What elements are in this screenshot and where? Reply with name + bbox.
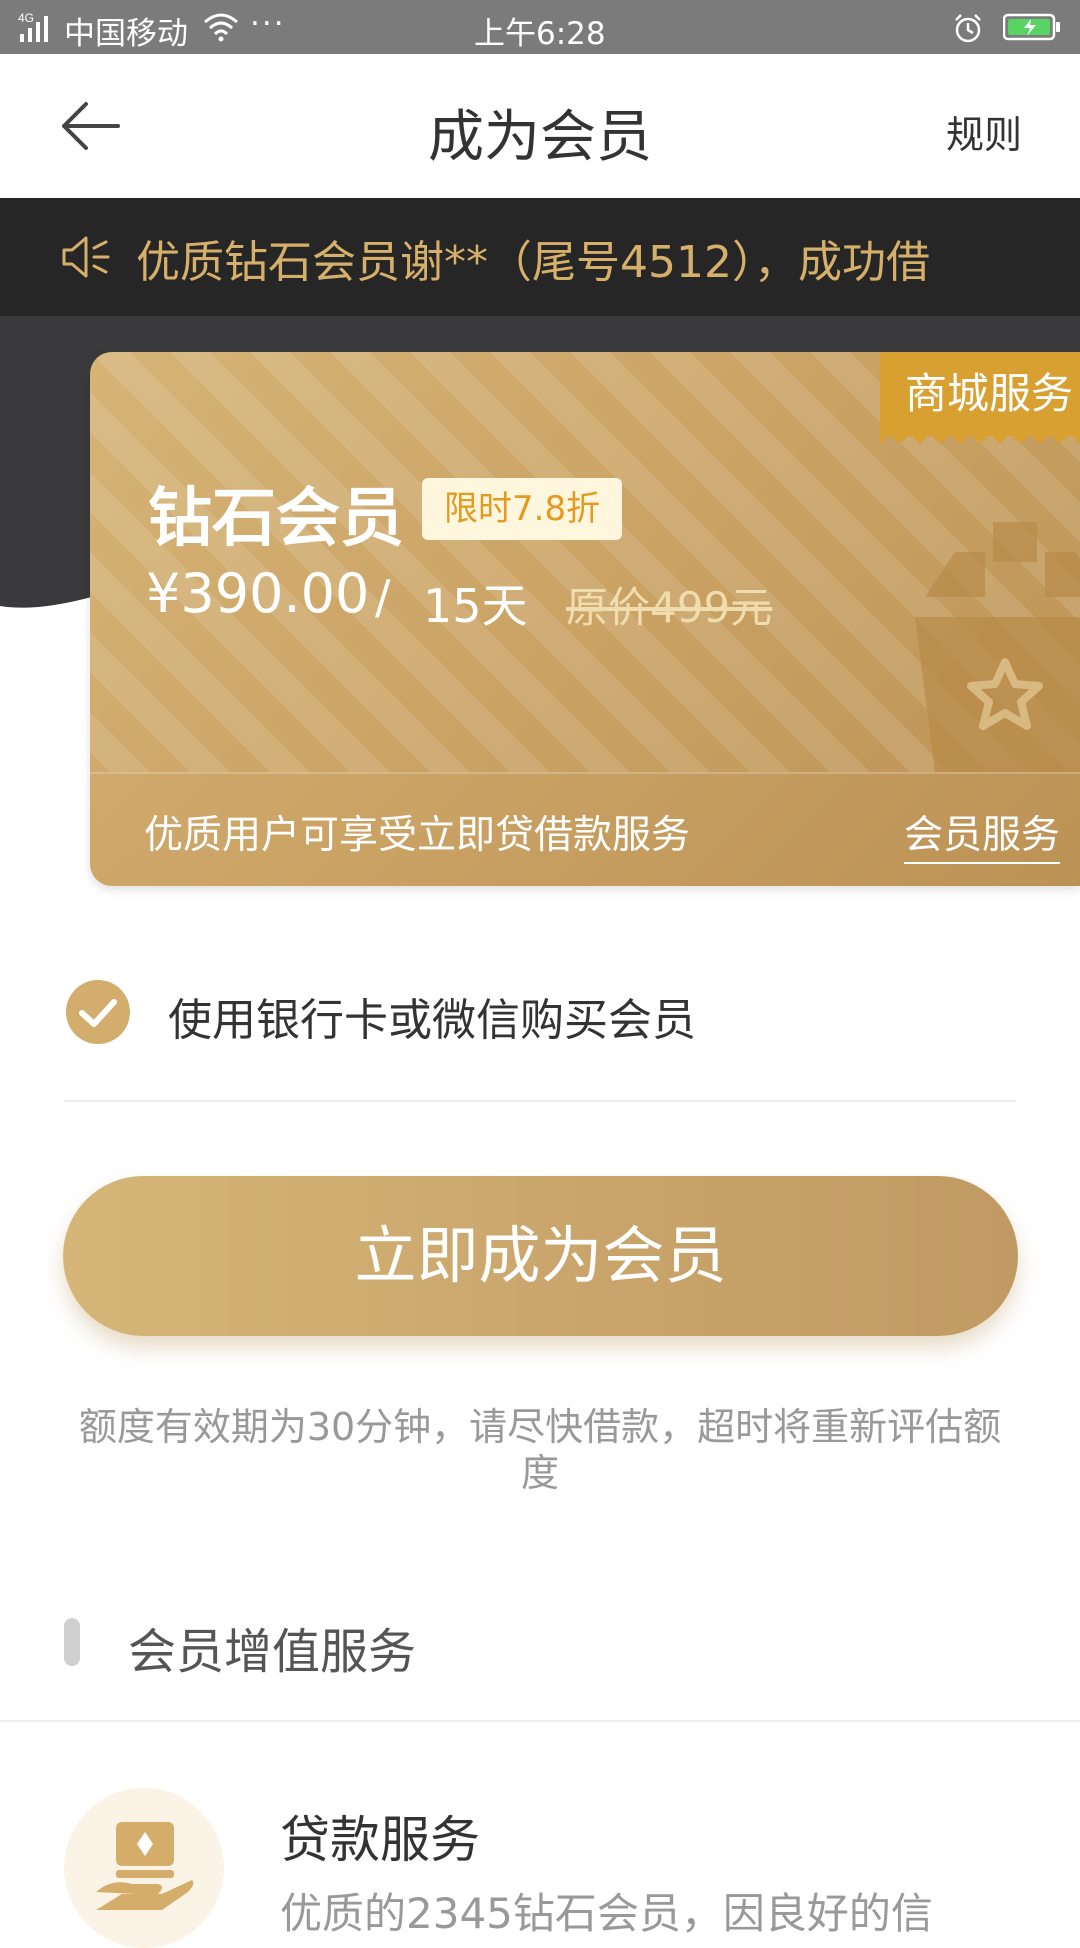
battery-icon: [1003, 13, 1060, 41]
carrier-name: 中国移动: [64, 16, 188, 52]
ribbon-label: 商城服务: [905, 369, 1074, 418]
original-price: 原价499元: [566, 583, 773, 632]
membership-period: 15天: [423, 579, 528, 633]
checkbox-checked-icon[interactable]: [66, 980, 130, 1044]
membership-price: ¥390.00: [146, 562, 370, 625]
alarm-icon: [955, 14, 981, 43]
card-divider: [90, 772, 1080, 774]
signal-icon: 4G: [18, 11, 48, 42]
membership-tier: 钻石会员: [148, 482, 404, 556]
rules-link[interactable]: 规则: [946, 104, 1022, 159]
discount-badge: 限时7.8折: [422, 478, 623, 540]
divider: [64, 1100, 1016, 1102]
speaker-icon: [62, 236, 110, 278]
divider: [0, 1720, 1080, 1722]
price-separator: /: [375, 570, 391, 624]
notice-text: 优质钻石会员谢**（尾号4512），成功借: [136, 237, 930, 288]
shopping-bag-star-icon: [915, 522, 1080, 772]
card-benefit: 优质用户可享受立即贷借款服务: [144, 813, 691, 858]
wifi-icon: [204, 13, 238, 42]
nav-bar: 成为会员 规则: [0, 54, 1080, 198]
svg-text:4G: 4G: [18, 11, 34, 25]
quota-validity-tip: 额度有效期为30分钟，请尽快借款，超时将重新评估额度: [78, 1405, 1002, 1495]
status-time: 上午6:28: [474, 16, 606, 52]
status-bar: 4G 中国移动 ··· 上午6:28: [0, 0, 1080, 54]
membership-agreement-link[interactable]: 会员服务: [904, 804, 1061, 864]
service-title: 贷款服务: [280, 1811, 480, 1869]
become-member-button[interactable]: 立即成为会员: [63, 1176, 1018, 1336]
page-title: 成为会员: [428, 105, 652, 170]
notice-bar: 优质钻石会员谢**（尾号4512），成功借: [0, 198, 1080, 316]
membership-card[interactable]: 商城服务 钻石会员 限时7.8折 ¥390.00 / 15天 原价499元 优质…: [90, 352, 1080, 886]
more-indicator: ···: [250, 6, 286, 42]
payment-option-label[interactable]: 使用银行卡或微信购买会员: [168, 984, 696, 1048]
loan-hand-icon: [96, 1822, 194, 1910]
section-marker: [64, 1618, 80, 1666]
ribbon-edge: [880, 428, 1080, 444]
service-desc: 优质的2345钻石会员，因良好的信: [280, 1889, 933, 1938]
section-title: 会员增值服务: [128, 1624, 417, 1680]
